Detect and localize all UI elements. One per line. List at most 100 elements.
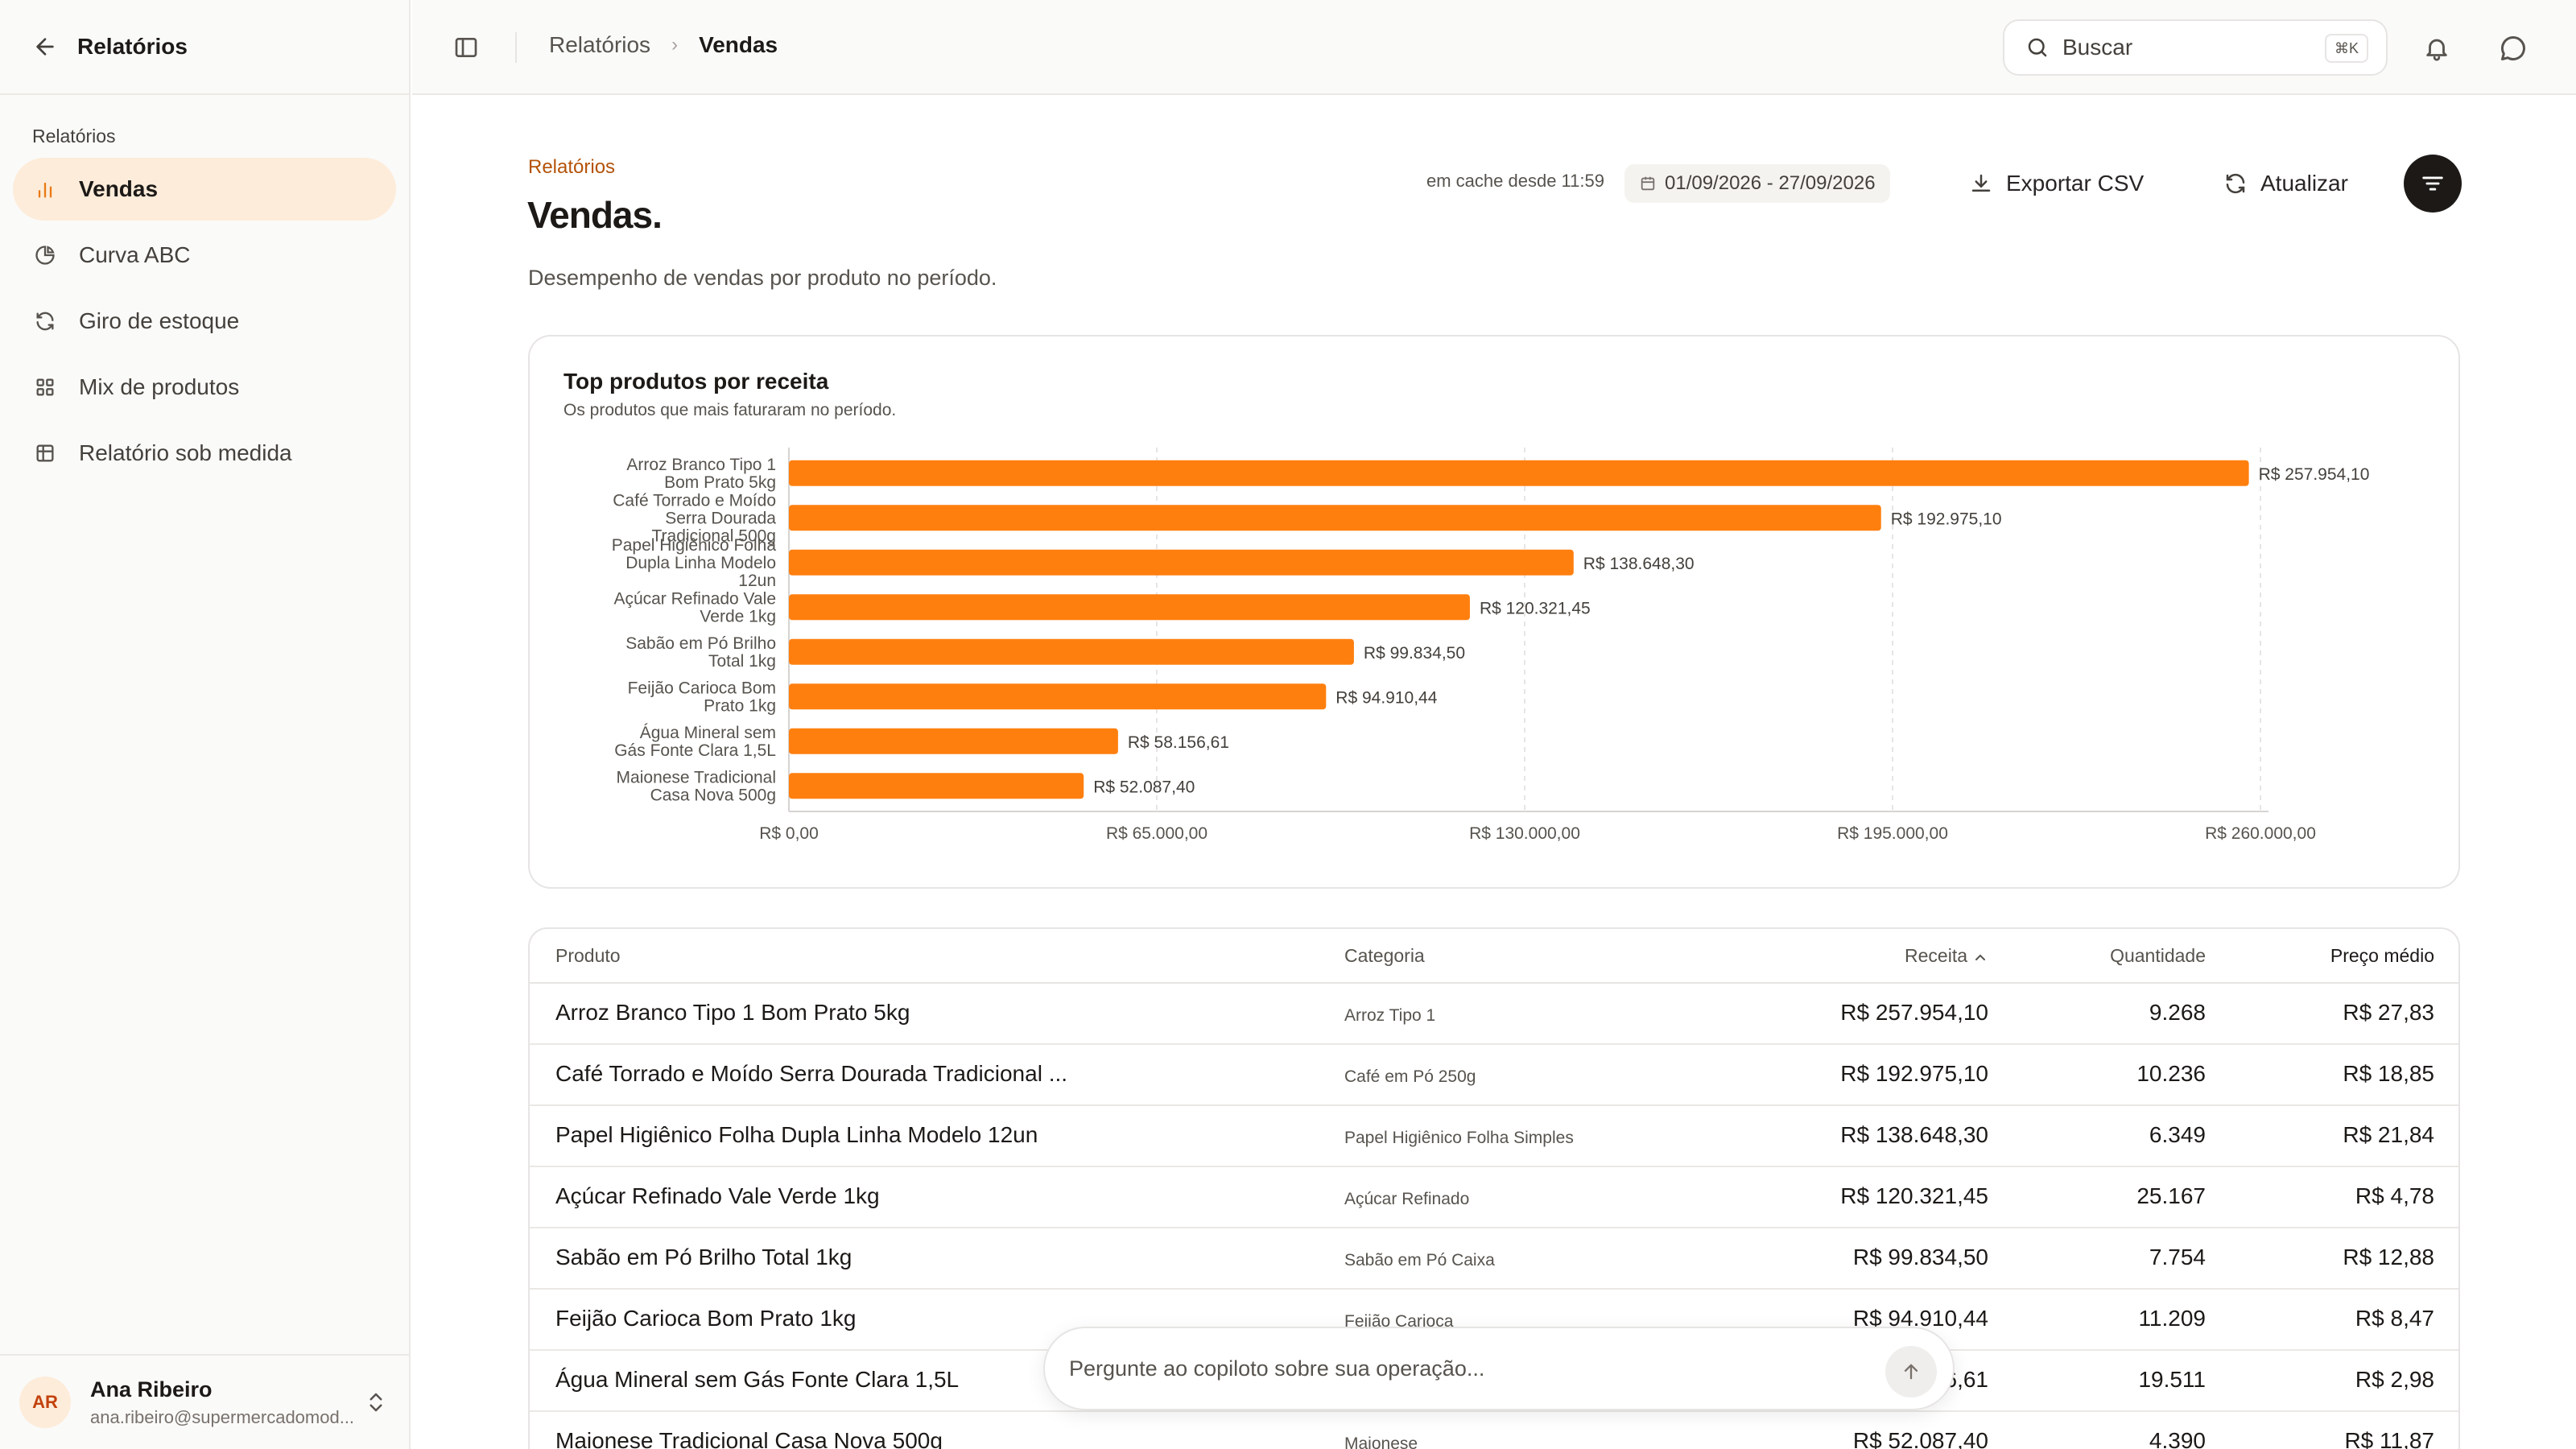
- breadcrumb-item-vendas: Vendas: [699, 32, 778, 57]
- cell-preco-medio: R$ 2,98: [2355, 1367, 2434, 1392]
- cell-categoria: Açúcar Refinado: [1344, 1190, 1470, 1208]
- bar-value-label: R$ 58.156,61: [1128, 733, 1229, 752]
- table-row[interactable]: Café Torrado e Moído Serra Dourada Tradi…: [530, 1045, 2458, 1106]
- sidebar: Relatórios Relatórios Vendas Curva ABC G…: [0, 0, 411, 1449]
- sidebar-item-relatorio-sob-medida[interactable]: Relatório sob medida: [13, 422, 396, 485]
- refresh-button[interactable]: Atualizar: [2223, 161, 2348, 206]
- category-label: Água Mineral sem: [640, 724, 776, 742]
- cell-produto: Açúcar Refinado Vale Verde 1kg: [555, 1183, 880, 1208]
- table-icon: [32, 440, 58, 466]
- table-row[interactable]: Açúcar Refinado Vale Verde 1kg Açúcar Ref…: [530, 1167, 2458, 1228]
- sidebar-item-mix-produtos[interactable]: Mix de produtos: [13, 356, 396, 419]
- export-csv-button[interactable]: Exportar CSV: [1969, 161, 2144, 206]
- user-name: Ana Ribeiro: [90, 1377, 213, 1402]
- category-label: Açúcar Refinado Vale: [613, 589, 776, 608]
- bar: [789, 549, 1574, 576]
- filter-icon: [2422, 176, 2443, 191]
- user-email: ana.ribeiro@supermercadomod...: [90, 1406, 355, 1427]
- bar: [789, 460, 2249, 486]
- category-label: Dupla Linha Modelo: [625, 554, 776, 572]
- refresh-label: Atualizar: [2260, 171, 2348, 196]
- column-header-categoria[interactable]: Categoria: [1344, 945, 1425, 967]
- cell-preco-medio: R$ 18,85: [2343, 1061, 2434, 1086]
- category-label: Gás Fonte Clara 1,5L: [614, 741, 776, 760]
- x-tick-label: R$ 65.000,00: [1106, 824, 1208, 843]
- cell-categoria: Café em Pó 250g: [1344, 1067, 1476, 1086]
- cell-produto: Arroz Branco Tipo 1 Bom Prato 5kg: [555, 1000, 910, 1025]
- cell-preco-medio: R$ 12,88: [2343, 1245, 2434, 1269]
- date-range-picker[interactable]: 01/09/2026 - 27/09/2026: [1624, 164, 1890, 203]
- cell-preco-medio: R$ 8,47: [2355, 1306, 2434, 1331]
- sidebar-item-curva-abc[interactable]: Curva ABC: [13, 224, 396, 287]
- category-label: Serra Dourada: [665, 509, 776, 527]
- category-label: Bom Prato 5kg: [664, 473, 776, 492]
- pie-chart-icon: [32, 242, 58, 268]
- table-row[interactable]: Arroz Branco Tipo 1 Bom Prato 5kg Arroz T…: [530, 984, 2458, 1045]
- bar: [789, 505, 1881, 531]
- cell-produto: Café Torrado e Moído Serra Dourada Tradi…: [555, 1061, 1068, 1086]
- sidebar-item-giro-estoque[interactable]: Giro de estoque: [13, 290, 396, 353]
- cell-preco-medio: R$ 4,78: [2355, 1183, 2434, 1208]
- refresh-icon: [2226, 173, 2245, 194]
- user-menu[interactable]: AR Ana Ribeiro ana.ribeiro@supermercadom…: [0, 1354, 409, 1449]
- bar: [789, 594, 1470, 621]
- grid-icon: [32, 374, 58, 400]
- x-tick-label: R$ 0,00: [759, 824, 819, 843]
- table-row[interactable]: Papel Higiênico Folha Dupla Linha Modelo…: [530, 1106, 2458, 1167]
- bar: [789, 728, 1118, 754]
- sidebar-toggle-icon[interactable]: [452, 35, 480, 60]
- cell-categoria: Arroz Tipo 1: [1344, 1006, 1436, 1025]
- sidebar-group-label: Relatórios: [32, 126, 116, 147]
- cache-status: em cache desde 11:59: [1426, 171, 1604, 191]
- cell-categoria: Papel Higiênico Folha Simples: [1344, 1129, 1574, 1147]
- category-label: Arroz Branco Tipo 1: [626, 456, 776, 474]
- user-info: Ana Ribeiro ana.ribeiro@supermercadomod.…: [90, 1377, 354, 1428]
- breadcrumb: Relatórios › Vendas: [549, 32, 778, 58]
- category-label: Maionese Tradicional: [617, 768, 776, 786]
- x-tick-label: R$ 130.000,00: [1469, 824, 1580, 843]
- search-icon: [2028, 38, 2047, 57]
- sidebar-item-label: Relatório sob medida: [79, 440, 292, 465]
- table-row[interactable]: Sabão em Pó Brilho Total 1kg Sabão em Pó …: [530, 1228, 2458, 1290]
- cell-preco-medio: R$ 21,84: [2343, 1122, 2434, 1147]
- cell-receita: R$ 99.834,50: [1852, 1245, 1988, 1269]
- table-row[interactable]: Maionese Tradicional Casa Nova 500g Maion…: [530, 1412, 2458, 1449]
- column-header-receita[interactable]: Receita: [1905, 945, 1967, 967]
- page-title: Vendas.: [527, 194, 663, 236]
- cell-receita: R$ 120.321,45: [1840, 1183, 1988, 1208]
- sidebar-header: Relatórios: [0, 0, 409, 95]
- avatar: AR: [19, 1377, 71, 1428]
- download-icon: [1971, 174, 1991, 192]
- arrow-left-icon[interactable]: [32, 34, 58, 60]
- bar: [789, 683, 1327, 710]
- column-header-quantidade[interactable]: Quantidade: [2110, 945, 2206, 967]
- chat-icon[interactable]: [2499, 34, 2528, 63]
- copilot-input[interactable]: Pergunte ao copiloto sobre sua operação.…: [1043, 1327, 1955, 1410]
- chevron-right-icon: ›: [671, 34, 679, 56]
- category-label: Papel Higiênico Folha: [612, 536, 777, 555]
- cell-quantidade: 10.236: [2136, 1061, 2206, 1086]
- cell-produto: Maionese Tradicional Casa Nova 500g: [555, 1428, 943, 1449]
- bar: [789, 773, 1084, 799]
- bar-value-label: R$ 99.834,50: [1364, 644, 1465, 663]
- bell-icon[interactable]: [2423, 34, 2450, 63]
- divider: [515, 32, 517, 63]
- bar-chart-icon: [32, 176, 58, 202]
- sidebar-item-label: Vendas: [79, 176, 159, 201]
- column-header-produto[interactable]: Produto: [555, 945, 621, 967]
- filter-button[interactable]: [2404, 155, 2462, 213]
- breadcrumb-item-relatorios[interactable]: Relatórios: [549, 32, 650, 58]
- chart-card: Top produtos por receita Os produtos que…: [528, 335, 2460, 889]
- send-button[interactable]: [1885, 1346, 1937, 1397]
- cell-quantidade: 4.390: [2149, 1428, 2206, 1449]
- category-label: Verde 1kg: [700, 607, 776, 625]
- sidebar-item-label: Curva ABC: [79, 242, 191, 267]
- bar-value-label: R$ 52.087,40: [1093, 778, 1195, 796]
- x-tick-label: R$ 260.000,00: [2205, 824, 2316, 843]
- cell-receita: R$ 257.954,10: [1840, 1000, 1988, 1025]
- cell-produto: Papel Higiênico Folha Dupla Linha Modelo…: [555, 1122, 1038, 1147]
- search-input[interactable]: Buscar ⌘K: [2003, 19, 2388, 76]
- bar-value-label: R$ 192.975,10: [1891, 510, 2002, 528]
- sidebar-item-vendas[interactable]: Vendas: [13, 158, 396, 221]
- column-header-preco-medio[interactable]: Preço médio: [2330, 945, 2434, 967]
